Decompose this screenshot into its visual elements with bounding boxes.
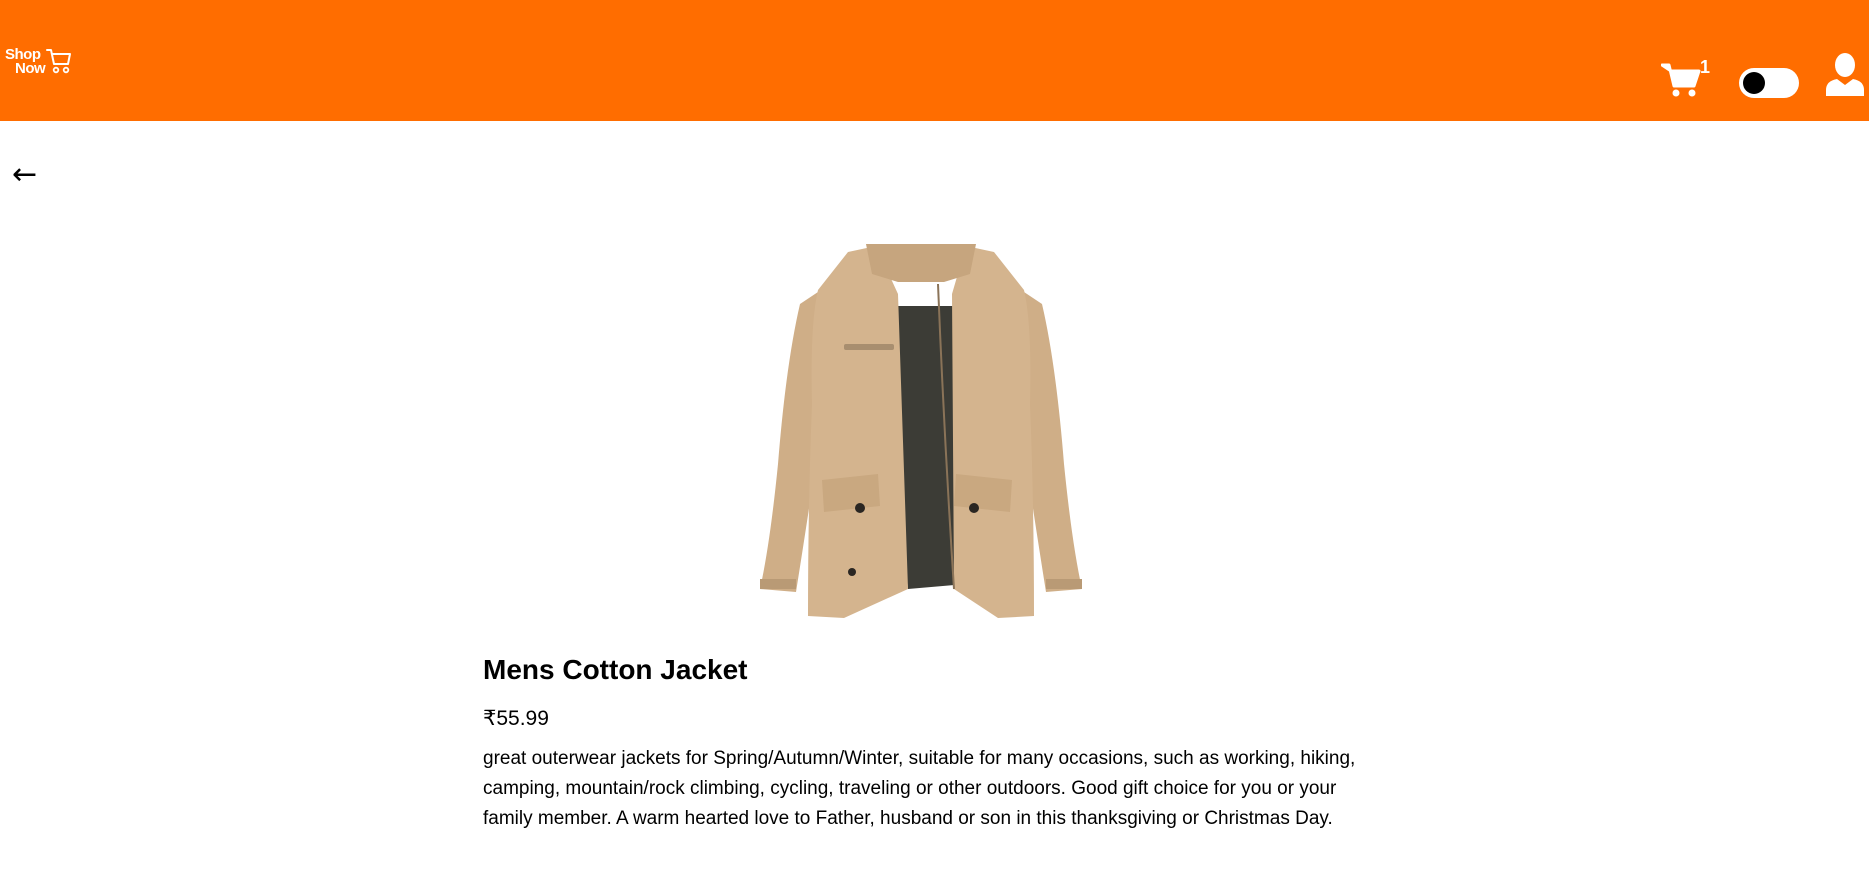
toggle-knob [1743, 72, 1765, 94]
back-arrow-icon[interactable]: ← [12, 160, 37, 190]
product-description: great outerwear jackets for Spring/Autum… [483, 748, 1356, 829]
logo-cart-icon [46, 49, 71, 74]
product-title: Mens Cotton Jacket [483, 654, 748, 685]
cart-count-badge: 1 [1700, 57, 1711, 77]
logo-line-2: Now [15, 60, 46, 77]
logo[interactable]: Shop Now [5, 47, 72, 77]
logo-text: Shop Now [5, 47, 49, 77]
navbar: Shop Now 1 [0, 0, 1869, 121]
product-image [760, 244, 1082, 618]
user-icon[interactable] [1824, 52, 1866, 96]
product-price: ₹55.99 [483, 707, 549, 730]
product-details: Mens Cotton Jacket ₹55.99 great outerwea… [483, 650, 1363, 834]
theme-toggle[interactable] [1739, 68, 1799, 98]
cart-icon[interactable] [1661, 62, 1701, 98]
